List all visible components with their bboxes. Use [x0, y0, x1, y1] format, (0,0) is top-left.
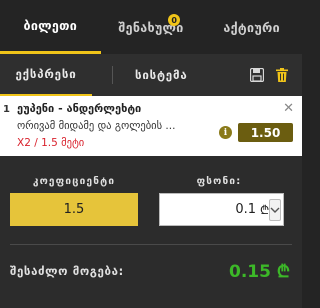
- tab-system[interactable]: სისტემა: [112, 66, 187, 84]
- stake-currency: ₾: [260, 203, 270, 217]
- winnings-label: შესაძლო მოგება:: [10, 264, 124, 278]
- coefficient-label: კოეფიციენტი: [32, 176, 116, 187]
- tab-active[interactable]: აქტიური: [201, 0, 302, 54]
- info-icon[interactable]: i: [219, 126, 232, 139]
- tab-ticket-label: ბილეთი: [23, 18, 78, 33]
- stake-input[interactable]: [160, 194, 258, 225]
- tab-saved[interactable]: შენახული 0: [101, 0, 202, 54]
- match-title: ეუპენი - ანდერლეხტი: [17, 102, 142, 115]
- stake-dropdown-button[interactable]: [269, 198, 282, 221]
- trash-icon[interactable]: [276, 68, 288, 82]
- winnings-value: 0.15 ₾: [229, 262, 290, 282]
- tab-active-label: აქტიური: [223, 19, 280, 35]
- coefficient-value: 1.5: [10, 193, 138, 226]
- divider: [10, 244, 292, 245]
- market-name: ორივამ მიდამე და გოლების ...: [17, 120, 176, 132]
- chevron-down-icon: [270, 207, 280, 213]
- bet-selection: 1 ეუპენი - ანდერლეხტი ორივამ მიდამე და გ…: [0, 96, 302, 156]
- stake-label: ფსონი:: [196, 176, 242, 187]
- tab-express[interactable]: ექსპრესი: [0, 54, 92, 96]
- bet-pick: X2 / 1.5 მეტი: [17, 137, 85, 149]
- stake-field: ₾: [159, 193, 284, 226]
- save-icon[interactable]: [250, 68, 264, 82]
- tab-ticket[interactable]: ბილეთი: [0, 0, 101, 54]
- bet-type-tabs: ექსპრესი სისტემა: [0, 54, 302, 96]
- bet-index: 1: [3, 104, 10, 115]
- stake-panel: კოეფიციენტი ფსონი: 1.5 ₾ შესაძლო მოგება:…: [0, 156, 302, 308]
- odds-badge: 1.50: [238, 123, 293, 142]
- close-icon[interactable]: ✕: [283, 101, 294, 116]
- ticket-actions: [250, 68, 302, 82]
- ticket-tabs: ბილეთი შენახული 0 აქტიური: [0, 0, 302, 54]
